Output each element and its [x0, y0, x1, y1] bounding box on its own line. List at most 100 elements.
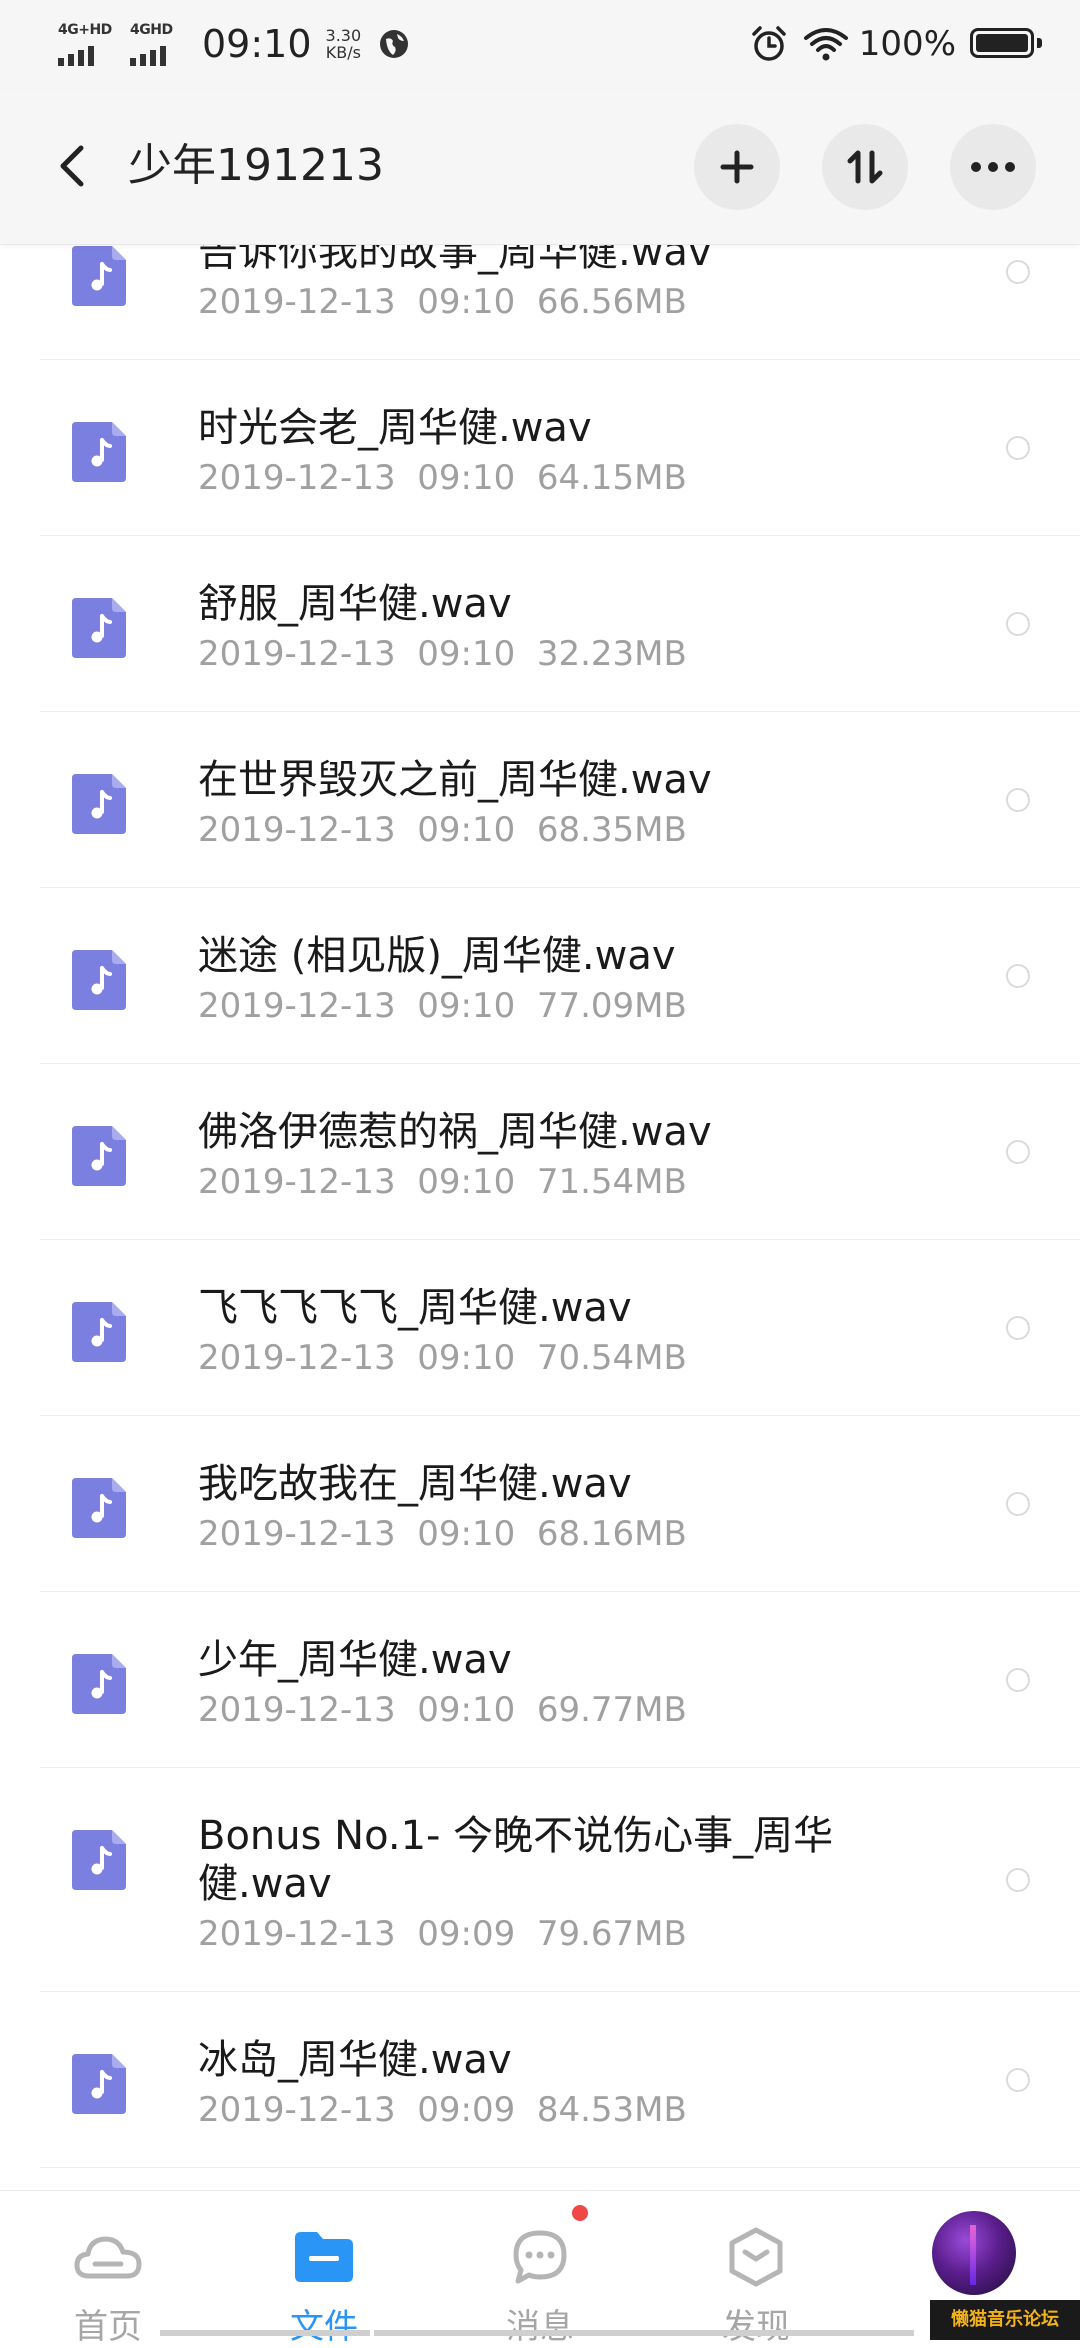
select-radio[interactable]	[1006, 2068, 1030, 2092]
file-date: 2019-12-13	[198, 810, 396, 850]
file-date: 2019-12-13	[198, 1162, 396, 1202]
file-size: 64.15MB	[536, 458, 687, 498]
file-time: 09:10	[417, 458, 516, 498]
file-meta: 2019-12-13 09:10 68.35MB	[198, 810, 687, 850]
file-meta: 2019-12-13 09:10 66.56MB	[198, 282, 687, 322]
select-radio[interactable]	[1006, 964, 1030, 988]
file-size: 79.67MB	[536, 1914, 687, 1954]
music-file-icon	[72, 774, 126, 834]
file-meta: 2019-12-13 09:09 79.67MB	[198, 1914, 687, 1954]
network-speed: 3.30 KB/s	[325, 26, 362, 62]
select-radio[interactable]	[1006, 260, 1030, 284]
file-time: 09:10	[417, 282, 516, 322]
file-meta: 2019-12-13 09:10 32.23MB	[198, 634, 687, 674]
file-row[interactable]: 飞飞飞飞飞_周华健.wav 2019-12-13 09:10 70.54MB	[0, 1240, 1080, 1416]
select-radio[interactable]	[1006, 436, 1030, 460]
file-time: 09:10	[417, 1690, 516, 1730]
nav-label-messages: 消息	[506, 2307, 574, 2347]
file-row[interactable]: 佛洛伊德惹的祸_周华健.wav 2019-12-13 09:10 71.54MB	[0, 1064, 1080, 1240]
home-indicator	[374, 2330, 914, 2336]
file-row[interactable]: 告诉你我的故事_周华健.wav 2019-12-13 09:10 66.56MB	[0, 244, 1080, 360]
music-file-icon	[72, 598, 126, 658]
nav-item-files[interactable]: 文件	[216, 2191, 432, 2347]
file-time: 09:10	[417, 1514, 516, 1554]
file-name: 告诉你我的故事_周华健.wav	[198, 244, 712, 275]
file-date: 2019-12-13	[198, 986, 396, 1026]
sort-button[interactable]	[822, 124, 908, 210]
status-time: 09:10	[202, 22, 312, 66]
music-file-icon	[72, 2054, 126, 2114]
file-size: 70.54MB	[536, 1338, 687, 1378]
file-meta: 2019-12-13 09:10 69.77MB	[198, 1690, 687, 1730]
select-radio[interactable]	[1006, 1316, 1030, 1340]
back-button[interactable]	[40, 134, 104, 198]
file-row[interactable]: Bonus No.1- 今晚不说伤心事_周华健.wav 2019-12-13 09…	[0, 1768, 1080, 1992]
nav-item-discover[interactable]: 发现	[648, 2191, 864, 2347]
chat-icon	[513, 2230, 567, 2284]
file-row[interactable]: 时光会老_周华健.wav 2019-12-13 09:10 64.15MB	[0, 360, 1080, 536]
file-size: 71.54MB	[536, 1162, 687, 1202]
add-button[interactable]	[694, 124, 780, 210]
select-radio[interactable]	[1006, 1868, 1030, 1892]
battery-percent: 100%	[858, 24, 956, 64]
select-radio[interactable]	[1006, 1140, 1030, 1164]
file-time: 09:10	[417, 986, 516, 1026]
nav-item-home[interactable]: 首页	[0, 2191, 216, 2347]
file-time: 09:10	[417, 1162, 516, 1202]
file-meta: 2019-12-13 09:10 68.16MB	[198, 1514, 687, 1554]
file-date: 2019-12-13	[198, 1514, 396, 1554]
app-header: 少年191213	[0, 90, 1080, 245]
sort-icon	[847, 150, 883, 184]
file-date: 2019-12-13	[198, 1690, 396, 1730]
signal-icon: 4G+HD	[58, 22, 112, 66]
folder-icon	[295, 2232, 353, 2282]
globe-icon	[380, 30, 409, 58]
file-time: 09:10	[417, 810, 516, 850]
file-name: 在世界毁灭之前_周华健.wav	[198, 757, 712, 803]
music-file-icon	[72, 1302, 126, 1362]
file-name: 时光会老_周华健.wav	[198, 405, 592, 451]
select-radio[interactable]	[1006, 788, 1030, 812]
file-row[interactable]: 少年_周华健.wav 2019-12-13 09:10 69.77MB	[0, 1592, 1080, 1768]
music-file-icon	[72, 1126, 126, 1186]
more-button[interactable]	[950, 124, 1036, 210]
more-dots-icon	[971, 162, 1015, 172]
file-row[interactable]: 在世界毁灭之前_周华健.wav 2019-12-13 09:10 68.35MB	[0, 712, 1080, 888]
file-date: 2019-12-13	[198, 458, 396, 498]
page-title: 少年191213	[128, 140, 384, 191]
file-meta: 2019-12-13 09:10 70.54MB	[198, 1338, 687, 1378]
unread-badge	[572, 2205, 588, 2221]
file-date: 2019-12-13	[198, 1914, 396, 1954]
avatar[interactable]	[932, 2211, 1016, 2295]
nav-item-messages[interactable]: 消息	[432, 2191, 648, 2347]
music-file-icon	[72, 246, 126, 306]
status-bar: 4G+HD 4GHD 09:10 3.30 KB/s 100%	[0, 0, 1080, 90]
battery-icon	[970, 28, 1042, 60]
file-row[interactable]: 舒服_周华健.wav 2019-12-13 09:10 32.23MB	[0, 536, 1080, 712]
file-row[interactable]: 我吃故我在_周华健.wav 2019-12-13 09:10 68.16MB	[0, 1416, 1080, 1592]
select-radio[interactable]	[1006, 612, 1030, 636]
nav-label-discover: 发现	[722, 2307, 790, 2347]
file-time: 09:09	[417, 2090, 516, 2130]
file-name: 飞飞飞飞飞_周华健.wav	[198, 1285, 632, 1331]
music-file-icon	[72, 950, 126, 1010]
select-radio[interactable]	[1006, 1492, 1030, 1516]
file-name: 我吃故我在_周华健.wav	[198, 1461, 632, 1507]
file-row[interactable]: 冰岛_周华健.wav 2019-12-13 09:09 84.53MB	[0, 1992, 1080, 2168]
file-size: 68.35MB	[536, 810, 687, 850]
chevron-left-icon	[60, 145, 84, 187]
discover-icon	[729, 2227, 783, 2287]
file-meta: 2019-12-13 09:10 64.15MB	[198, 458, 687, 498]
signal-icon: 4GHD	[130, 22, 180, 66]
home-indicator	[160, 2330, 370, 2336]
file-time: 09:10	[417, 1338, 516, 1378]
file-list[interactable]: 告诉你我的故事_周华健.wav 2019-12-13 09:10 66.56MB 时…	[0, 244, 1080, 2190]
file-row[interactable]: 迷途 (相见版)_周华健.wav 2019-12-13 09:10 77.09MB	[0, 888, 1080, 1064]
file-name: 舒服_周华健.wav	[198, 581, 512, 627]
music-file-icon	[72, 1654, 126, 1714]
file-size: 32.23MB	[536, 634, 687, 674]
file-date: 2019-12-13	[198, 282, 396, 322]
select-radio[interactable]	[1006, 1668, 1030, 1692]
wifi-icon	[803, 28, 848, 61]
file-meta: 2019-12-13 09:10 77.09MB	[198, 986, 687, 1026]
